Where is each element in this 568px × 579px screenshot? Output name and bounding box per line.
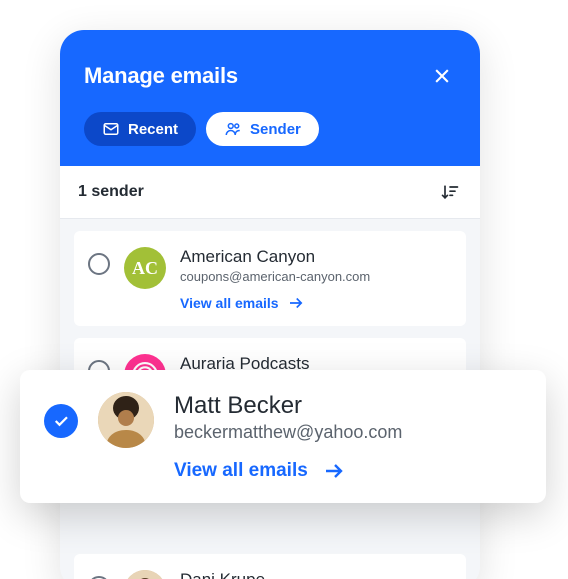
subheader: 1 sender [60, 166, 480, 219]
tab-recent-label: Recent [128, 121, 178, 138]
sender-email: beckermatthew@yahoo.com [174, 422, 402, 443]
sender-name: Matt Becker [174, 392, 402, 420]
person-icon [98, 392, 154, 448]
view-all-label: View all emails [174, 460, 308, 482]
view-all-emails-link[interactable]: View all emails [180, 294, 370, 312]
sender-name: Dani Krupe [180, 570, 314, 579]
person-icon [124, 570, 166, 579]
tab-recent[interactable]: Recent [84, 112, 196, 146]
close-icon [432, 66, 452, 86]
sort-icon [440, 182, 460, 202]
sender-row[interactable]: Dani Krupe danikrupe@yahoo.com [74, 554, 466, 579]
selected-sender-card[interactable]: Matt Becker beckermatthew@yahoo.com View… [20, 370, 546, 503]
avatar: AC [124, 247, 166, 289]
avatar-initials: AC [132, 258, 158, 279]
avatar [98, 392, 154, 448]
sender-count: 1 sender [78, 183, 144, 201]
arrow-right-icon [287, 294, 305, 312]
close-button[interactable] [428, 62, 456, 90]
sender-name: American Canyon [180, 247, 370, 267]
page-title: Manage emails [84, 63, 238, 89]
view-all-emails-link[interactable]: View all emails [174, 459, 402, 483]
mail-icon [102, 120, 120, 138]
tab-sender-label: Sender [250, 121, 301, 138]
avatar [124, 570, 166, 579]
selected-checkbox[interactable] [44, 404, 78, 438]
tab-sender[interactable]: Sender [206, 112, 319, 146]
view-all-label: View all emails [180, 295, 279, 311]
tabs: Recent Sender [84, 112, 456, 146]
panel-header: Manage emails Recent Sender [60, 30, 480, 166]
people-icon [224, 120, 242, 138]
check-icon [52, 412, 70, 430]
sender-email: coupons@american-canyon.com [180, 269, 370, 284]
sort-button[interactable] [438, 180, 462, 204]
arrow-right-icon [322, 459, 346, 483]
select-radio[interactable] [88, 253, 110, 275]
sender-row[interactable]: AC American Canyon coupons@american-cany… [74, 231, 466, 326]
